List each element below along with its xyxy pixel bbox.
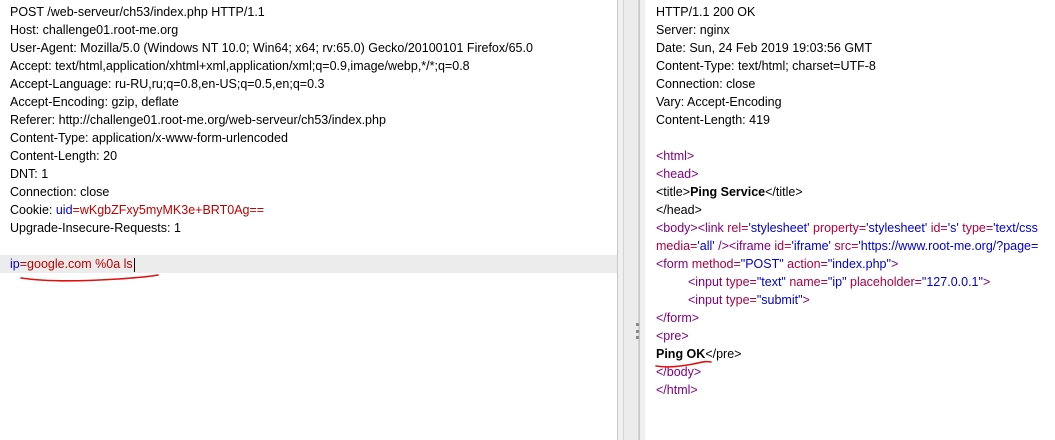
response-header-content-length: Content-Length: 419 <box>656 113 770 127</box>
link-property-attr: property= <box>809 221 867 235</box>
link-id-attr: id= <box>927 221 948 235</box>
form-method-attr: method= <box>691 257 741 271</box>
html-tag: <html> <box>656 149 695 163</box>
link-rel-value: 'stylesheet' <box>748 221 810 235</box>
request-header-accept-language: Accept-Language: ru-RU,ru;q=0.8,en-US;q=… <box>10 77 325 91</box>
request-header-user-agent: User-Agent: Mozilla/5.0 (Windows NT 10.0… <box>10 41 533 55</box>
request-editor[interactable]: POST /web-serveur/ch53/index.php HTTP/1.… <box>0 0 617 440</box>
media-iframe-line: media='all' /><iframe id='iframe' src='h… <box>656 237 1038 255</box>
input2-close: > <box>802 293 810 307</box>
form-open-end: > <box>890 257 899 271</box>
form-close-tag: </form> <box>656 311 700 325</box>
cookie-value: wKgbZFxy5myMK3e+BRT0Ag== <box>79 203 265 217</box>
html-close-line: </html> <box>656 381 1038 399</box>
annotation-underline-payload <box>20 274 159 282</box>
cookie-equals: = <box>72 203 80 217</box>
form-open-line: <form method="POST" action="index.php"> <box>656 255 1038 273</box>
form-action-value: "index.php" <box>827 257 891 271</box>
link-type-attr: type= <box>958 221 994 235</box>
title-open-tag: <title> <box>656 185 691 199</box>
iframe-src-value: 'https://www.root-me.org/?page= <box>858 239 1039 253</box>
input1-name-value: "ip" <box>827 275 847 289</box>
response-header-connection: Connection: close <box>656 77 756 91</box>
input1-placeholder-attr: placeholder= <box>846 275 922 289</box>
cookie-label: Cookie: <box>10 203 56 217</box>
response-header-server: Server: nginx <box>656 23 730 37</box>
response-header-vary: Vary: Accept-Encoding <box>656 95 782 109</box>
pre-open-tag: <pre> <box>656 329 689 343</box>
cookie-key: uid <box>55 203 73 217</box>
input1-close: > <box>982 275 991 289</box>
iframe-id-attr: id= <box>774 239 792 253</box>
html-close-tag: </html> <box>656 383 698 397</box>
request-header-content-type: Content-Type: application/x-www-form-url… <box>10 131 288 145</box>
input-text-line: <input type="text" name="ip" placeholder… <box>656 273 1038 291</box>
response-header-date: Date: Sun, 24 Feb 2019 19:03:56 GMT <box>656 41 873 55</box>
input2-open-tag: <input <box>688 293 726 307</box>
response-header-content-type: Content-Type: text/html; charset=UTF-8 <box>656 59 876 73</box>
input1-open-tag: <input <box>688 275 726 289</box>
request-header-host: Host: challenge01.root-me.org <box>10 23 179 37</box>
link-type-value: 'text/css <box>993 221 1038 235</box>
request-header-content-length: Content-Length: 20 <box>10 149 118 163</box>
response-viewer[interactable]: HTTP/1.1 200 OK Server: nginx Date: Sun,… <box>645 0 1055 440</box>
link-rel-attr: rel= <box>727 221 749 235</box>
form-action-attr: action= <box>783 257 828 271</box>
input-submit-line: <input type="submit"> <box>656 291 1038 309</box>
response-blank-line <box>656 129 1038 147</box>
request-start-line: POST /web-serveur/ch53/index.php HTTP/1.… <box>10 5 265 19</box>
request-header-accept: Accept: text/html,application/xhtml+xml,… <box>10 59 470 73</box>
media-value: 'all' <box>697 239 715 253</box>
iframe-src-attr: src= <box>830 239 859 253</box>
request-text[interactable]: POST /web-serveur/ch53/index.php HTTP/1.… <box>10 3 533 273</box>
head-close-tag: </head> <box>656 201 1038 219</box>
input2-type-attr: type= <box>725 293 757 307</box>
response-status-line: HTTP/1.1 200 OK <box>656 5 756 19</box>
body-link-line: <body><link rel='stylesheet' property='s… <box>656 219 1038 237</box>
body-open-tag: <body> <box>656 221 698 235</box>
pane-splitter[interactable] <box>623 0 639 440</box>
title-line: <title>Ping Service</title> <box>656 183 1038 201</box>
request-header-dnt: DNT: 1 <box>10 167 49 181</box>
input1-type-attr: type= <box>725 275 757 289</box>
annotation-underline-ping-ok <box>655 360 712 368</box>
link-close: /> <box>714 239 729 253</box>
head-open-tag: <head> <box>656 165 1038 183</box>
request-blank-line <box>10 237 533 255</box>
form-close-line: </form> <box>656 309 1038 327</box>
media-attr: media= <box>656 239 698 253</box>
response-text: HTTP/1.1 200 OK Server: nginx Date: Sun,… <box>656 3 1038 399</box>
iframe-id-value: 'iframe' <box>791 239 831 253</box>
title-close-tag: </title> <box>765 185 803 199</box>
request-header-upgrade-insecure: Upgrade-Insecure-Requests: 1 <box>10 221 181 235</box>
link-open-tag: <link <box>697 221 728 235</box>
head-tag: <head> <box>656 167 699 181</box>
title-text: Ping Service <box>690 185 766 199</box>
input2-type-value: "submit" <box>756 293 803 307</box>
head-close: </head> <box>656 203 702 217</box>
form-method-value: "POST" <box>740 257 784 271</box>
request-header-accept-encoding: Accept-Encoding: gzip, deflate <box>10 95 179 109</box>
request-header-connection: Connection: close <box>10 185 110 199</box>
input1-name-attr: name= <box>785 275 828 289</box>
pre-open-line: <pre> <box>656 327 1038 345</box>
input1-placeholder-value: "127.0.0.1" <box>921 275 983 289</box>
input1-type-value: "text" <box>756 275 786 289</box>
html-open-tag: <html> <box>656 147 1038 165</box>
request-header-cookie: Cookie: uid=wKgbZFxy5myMK3e+BRT0Ag== <box>10 201 533 219</box>
link-id-value: 's' <box>947 221 959 235</box>
iframe-open-tag: <iframe <box>728 239 775 253</box>
request-header-referer: Referer: http://challenge01.root-me.org/… <box>10 113 386 127</box>
link-property-value: 'stylesheet' <box>866 221 928 235</box>
form-open-tag: <form <box>656 257 692 271</box>
